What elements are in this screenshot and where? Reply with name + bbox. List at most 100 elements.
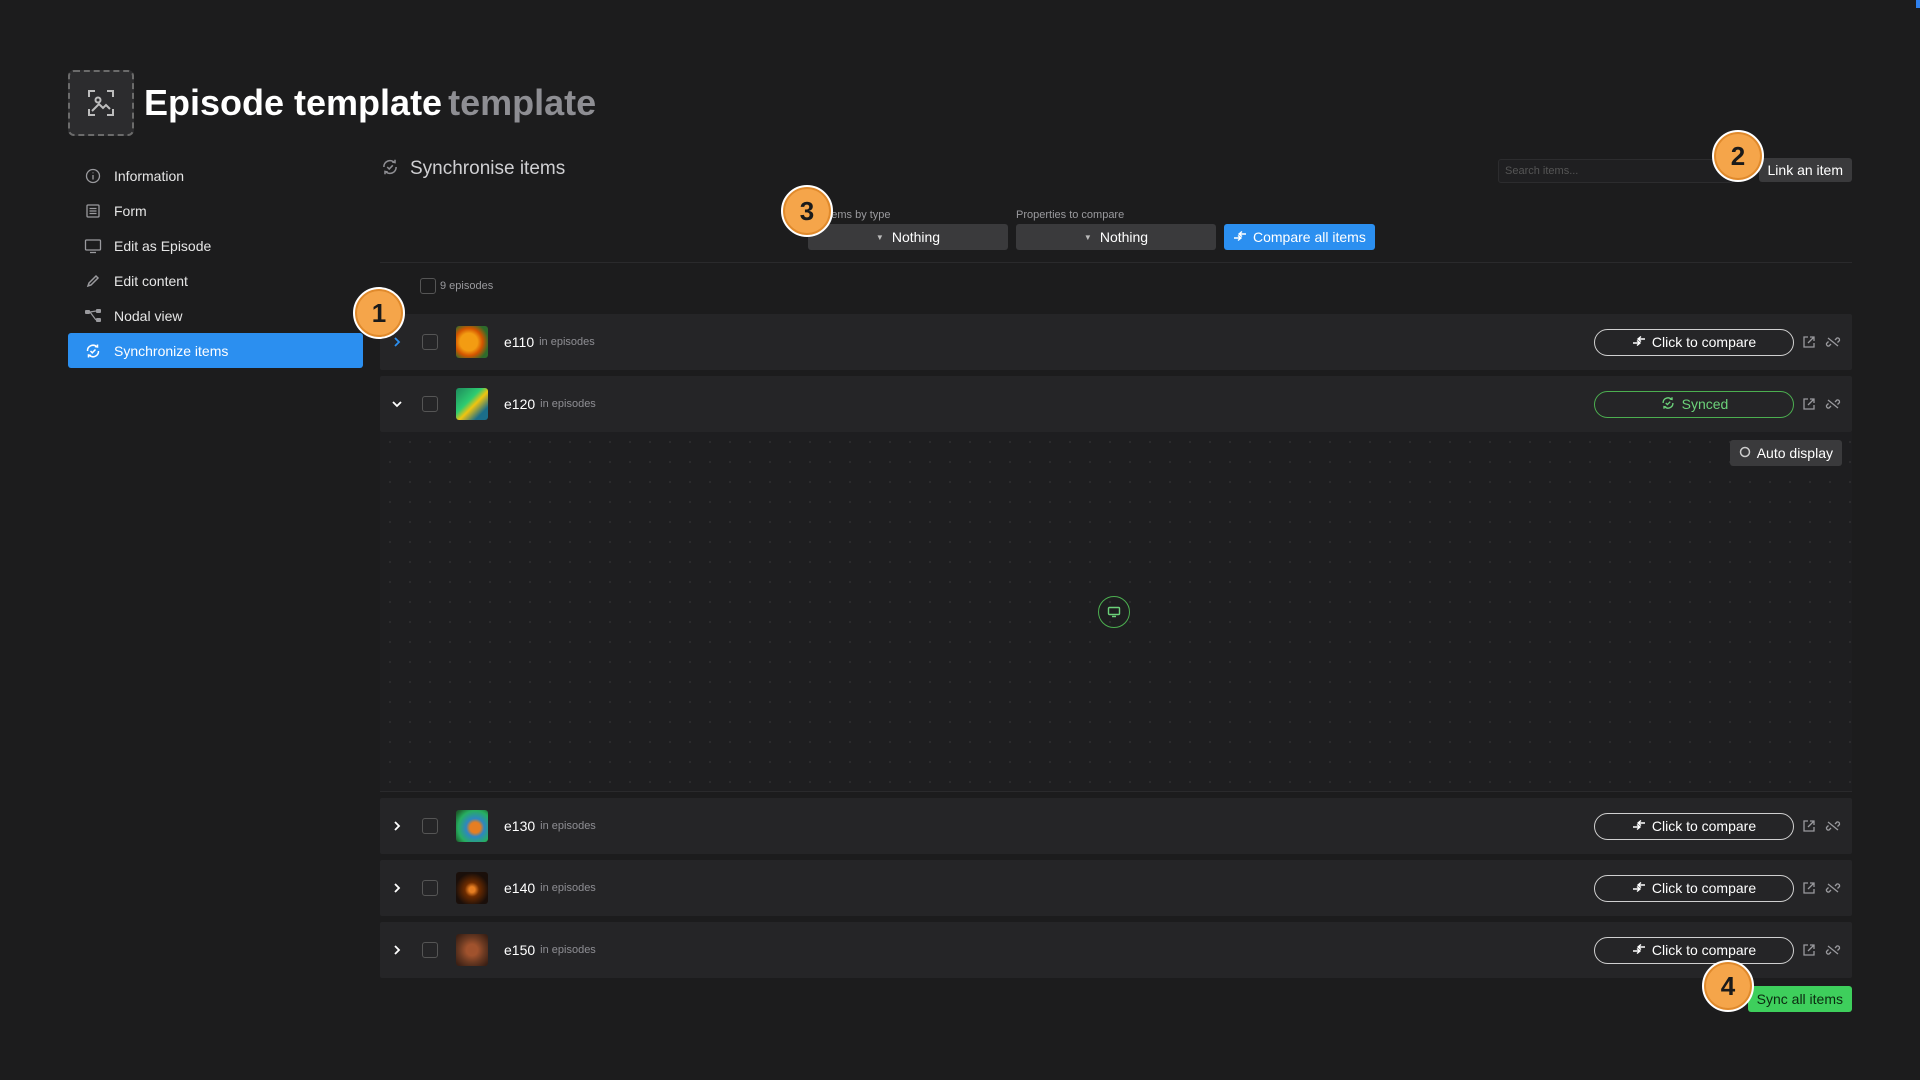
row-sub: in episodes [540,944,596,956]
auto-display-button[interactable]: Auto display [1729,440,1842,466]
row-checkbox[interactable] [422,818,438,834]
page-title-suffix: template [448,82,597,123]
sidebar-item-edit-as-episode[interactable]: Edit as Episode [68,228,363,263]
auto-display-label: Auto display [1756,445,1833,461]
open-external-icon[interactable] [1800,395,1818,413]
compare-icon [1632,942,1646,958]
list-item[interactable]: e120 in episodes Synced [380,376,1852,432]
list-item[interactable]: e140 in episodes Click to compare [380,860,1852,916]
row-actions: Synced [1594,390,1842,418]
row-name: e140 [504,880,536,896]
sidebar-item-information[interactable]: Information [68,158,363,193]
thumbnail [456,934,488,966]
row-name: e130 [504,818,536,834]
form-icon [84,202,102,220]
click-to-compare-button[interactable]: Click to compare [1594,874,1794,902]
filters-bar: ide items by type ▼ Nothing Properties t… [808,209,1375,250]
divider [380,262,1852,263]
unlink-icon[interactable] [1824,817,1842,835]
list-item[interactable]: e110 in episodes Click to compare [380,314,1852,370]
chevron-down-icon[interactable] [382,398,412,410]
compare-all-button[interactable]: Compare all items [1224,224,1375,250]
section-title: Synchronise items [410,158,566,179]
row-sub: in episodes [540,820,596,832]
sidebar-item-label: Information [114,167,185,184]
compare-icon [1632,880,1646,896]
row-actions: Click to compare [1594,812,1842,840]
filter-type-label: ide items by type [808,209,891,221]
search-input[interactable] [1505,165,1715,177]
nodes-icon [84,307,102,325]
filter-properties: Properties to compare ▼ Nothing [1016,209,1216,250]
expanded-preview-panel: Auto display [380,432,1852,792]
caret-down-icon: ▼ [1083,232,1092,242]
sidebar-item-form[interactable]: Form [68,193,363,228]
row-checkbox[interactable] [422,396,438,412]
sidebar: Information Form Edit as Episode Edit co… [68,158,363,368]
compare-all-label: Compare all items [1253,229,1366,245]
filter-props-value: Nothing [1099,229,1149,245]
sidebar-item-label: Nodal view [114,307,183,324]
open-external-icon[interactable] [1800,941,1818,959]
link-item-button[interactable]: Link an item [1758,158,1852,182]
sidebar-item-label: Edit content [114,272,188,289]
chevron-right-icon[interactable] [382,882,412,894]
unlink-icon[interactable] [1824,333,1842,351]
row-name: e150 [504,942,536,958]
row-checkbox[interactable] [422,942,438,958]
thumbnail [456,810,488,842]
select-all-row: 9 episodes [420,278,493,294]
unlink-icon[interactable] [1824,879,1842,897]
page-title-main: Episode template [144,82,443,123]
row-checkbox[interactable] [422,880,438,896]
annotation-badge: 3 [781,185,833,237]
click-to-compare-button[interactable]: Click to compare [1594,936,1794,964]
sidebar-item-nodal-view[interactable]: Nodal view [68,298,363,333]
unlink-icon[interactable] [1824,941,1842,959]
click-to-compare-button[interactable]: Click to compare [1594,328,1794,356]
chevron-right-icon[interactable] [382,944,412,956]
row-sub: in episodes [540,882,596,894]
circle-icon [1739,445,1751,461]
list-item[interactable]: e130 in episodes Click to compare [380,798,1852,854]
row-checkbox[interactable] [422,334,438,350]
info-icon [84,167,102,185]
list-item[interactable]: e150 in episodes Click to compare [380,922,1852,978]
sidebar-item-edit-content[interactable]: Edit content [68,263,363,298]
row-sub: in episodes [540,398,596,410]
filter-props-select[interactable]: ▼ Nothing [1016,224,1216,250]
compare-icon [1632,818,1646,834]
row-actions: Click to compare [1594,328,1842,356]
sync-all-button[interactable]: Sync all items [1747,986,1852,1012]
row-actions: Click to compare [1594,874,1842,902]
annotation-badge: 1 [353,287,405,339]
preview-monitor-icon[interactable] [1098,596,1130,628]
click-to-compare-button[interactable]: Click to compare [1594,812,1794,840]
caret-down-icon: ▼ [875,232,884,242]
page-header: Episode template template [68,70,596,136]
synced-status-button[interactable]: Synced [1594,390,1794,418]
compare-label: Click to compare [1651,880,1757,896]
count-label: 9 episodes [440,280,494,292]
row-actions: Click to compare [1594,936,1842,964]
corner-indicator [1916,0,1920,8]
open-external-icon[interactable] [1800,333,1818,351]
search-field[interactable] [1498,159,1734,183]
sidebar-item-synchronize-items[interactable]: Synchronize items [68,333,363,368]
open-external-icon[interactable] [1800,817,1818,835]
open-external-icon[interactable] [1800,879,1818,897]
image-placeholder-icon[interactable] [68,70,134,136]
chevron-right-icon[interactable] [382,820,412,832]
compare-label: Click to compare [1651,334,1757,350]
unlink-icon[interactable] [1824,395,1842,413]
main-content: Synchronise items Link an item ide items… [380,150,1852,1012]
synced-label: Synced [1681,396,1729,412]
compare-icon [1233,229,1247,245]
row-sub: in episodes [539,336,595,348]
thumbnail [456,326,488,358]
compare-icon [1632,334,1646,350]
monitor-icon [84,237,102,255]
compare-label: Click to compare [1651,942,1757,958]
select-all-checkbox[interactable] [420,278,436,294]
filter-type-select[interactable]: ▼ Nothing [808,224,1008,250]
